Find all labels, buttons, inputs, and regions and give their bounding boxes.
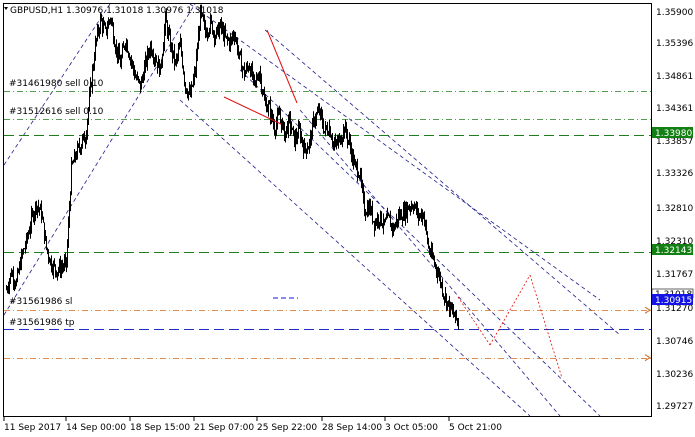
time-label: 5 Oct 21:00 <box>449 423 502 433</box>
time-label: 14 Sep 00:00 <box>66 423 126 433</box>
time-label: 21 Sep 07:00 <box>194 423 254 433</box>
tag-text-30915: 1.30915 <box>655 296 692 306</box>
time-axis: 11 Sep 2017 14 Sep 00:00 18 Sep 15:00 21… <box>3 417 502 433</box>
level-tag-1-33980: 1.33980 <box>652 127 693 139</box>
price-label: 1.33326 <box>656 169 693 179</box>
level-tag-1-30915: 1.30915 <box>652 294 693 306</box>
price-label: 1.30236 <box>656 370 693 380</box>
price-label: 1.30746 <box>656 337 693 347</box>
dropdown-arrow-icon[interactable] <box>4 7 8 10</box>
symbol-title: GBPUSD,H1 1.30976 1.31018 1.30976 1.3101… <box>10 6 224 16</box>
channel-line <box>189 3 601 301</box>
price-label: 1.35396 <box>656 39 693 49</box>
price-label: 1.34861 <box>656 72 693 82</box>
time-label: 18 Sep 15:00 <box>130 423 190 433</box>
channel-lines[interactable] <box>3 3 621 417</box>
projection-line <box>529 274 563 379</box>
order-label-31512616[interactable]: #31512616 sell 0.10 <box>9 107 104 117</box>
tp-label[interactable]: #31561986 tp <box>9 318 75 328</box>
price-label: 1.32810 <box>656 204 693 214</box>
time-label: 3 Oct 05:00 <box>385 423 438 433</box>
time-label: 11 Sep 2017 <box>4 423 61 433</box>
tag-text-33980: 1.33980 <box>655 129 692 139</box>
price-label: 1.31767 <box>656 270 693 280</box>
time-label: 28 Sep 14:00 <box>322 423 382 433</box>
chart-window[interactable]: #31461980 sell 0.10 #31512616 sell 0.10 … <box>0 0 695 437</box>
price-chart[interactable]: #31461980 sell 0.10 #31512616 sell 0.10 … <box>0 0 695 437</box>
sl-label[interactable]: #31561986 sl <box>9 297 72 307</box>
red-trendline <box>266 29 298 104</box>
channel-line <box>179 99 531 417</box>
candles <box>6 4 459 330</box>
price-label: 1.35900 <box>656 8 693 18</box>
plot-frame <box>3 3 652 417</box>
price-label: 1.34361 <box>656 104 693 114</box>
level-tag-1-32143: 1.32143 <box>652 244 693 256</box>
channel-line <box>299 109 561 417</box>
order-label-31461980[interactable]: #31461980 sell 0.10 <box>9 79 104 89</box>
level-arrow-icon <box>644 354 651 362</box>
projection-line <box>457 296 491 346</box>
price-label: 1.29727 <box>656 402 693 412</box>
price-axis: 1.35900 1.35396 1.34861 1.34361 1.33857 … <box>656 8 693 412</box>
time-label: 25 Sep 22:00 <box>257 423 317 433</box>
red-trendlines[interactable] <box>223 29 563 379</box>
tag-text-32143: 1.32143 <box>655 246 692 256</box>
channel-line <box>239 69 601 417</box>
channel-line <box>3 3 196 316</box>
projection-line <box>489 274 531 346</box>
